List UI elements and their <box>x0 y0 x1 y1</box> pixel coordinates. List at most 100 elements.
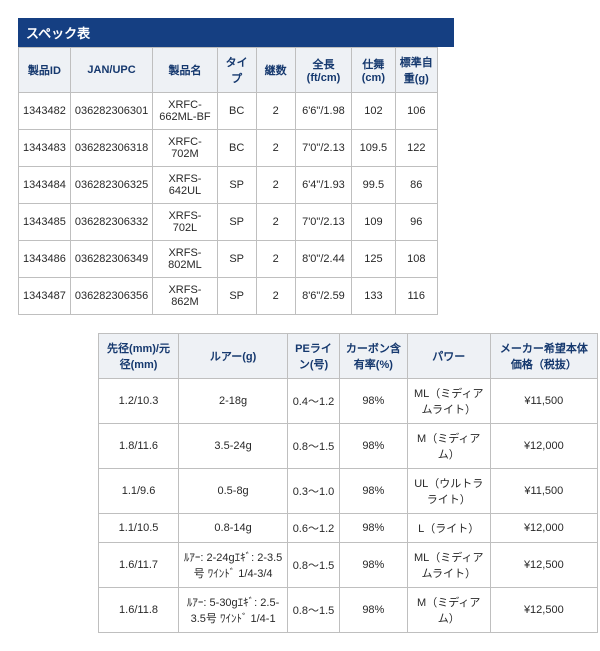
table-row: 1343487036282306356XRFS-862MSP28'6"/2.59… <box>19 278 438 315</box>
cell: BC <box>217 130 256 167</box>
cell: 036282306318 <box>70 130 152 167</box>
cell: ¥12,000 <box>490 424 597 469</box>
cell: 1.6/11.7 <box>99 543 179 588</box>
cell: XRFS-642UL <box>153 167 217 204</box>
cell: 2 <box>256 167 295 204</box>
cell: 2 <box>256 241 295 278</box>
cell: 0.8-14g <box>179 514 288 543</box>
cell: ML（ミディアムライト） <box>407 379 490 424</box>
table-row: 1343486036282306349XRFS-802MLSP28'0"/2.4… <box>19 241 438 278</box>
cell: 1343486 <box>19 241 71 278</box>
cell: 109 <box>352 204 395 241</box>
col-header: 継数 <box>256 48 295 93</box>
cell: 109.5 <box>352 130 395 167</box>
table-row: 1.8/11.63.5-24g0.8～1.598%M（ミディアム）¥12,000 <box>99 424 598 469</box>
col-header: 全長(ft/cm) <box>295 48 352 93</box>
cell: SP <box>217 204 256 241</box>
cell: 036282306356 <box>70 278 152 315</box>
cell: 3.5-24g <box>179 424 288 469</box>
cell: 1.1/9.6 <box>99 469 179 514</box>
table-row: 1.6/11.8ﾙｱｰ: 5-30gｴｷﾞ: 2.5-3.5号 ﾜｲﾝﾄﾞ 1/… <box>99 588 598 633</box>
cell: 96 <box>395 204 437 241</box>
cell: M（ミディアム） <box>407 424 490 469</box>
cell: 036282306325 <box>70 167 152 204</box>
col-header: JAN/UPC <box>70 48 152 93</box>
cell: 7'0"/2.13 <box>295 204 352 241</box>
cell: 1.6/11.8 <box>99 588 179 633</box>
spec-table-1: 製品IDJAN/UPC製品名タイプ継数全長(ft/cm)仕舞(cm)標準自重(g… <box>18 47 438 315</box>
cell: XRFS-702L <box>153 204 217 241</box>
cell: 1.8/11.6 <box>99 424 179 469</box>
table-row: 1343482036282306301XRFC-662ML-BFBC26'6"/… <box>19 93 438 130</box>
cell: ¥12,500 <box>490 543 597 588</box>
cell: 0.8～1.5 <box>288 543 340 588</box>
cell: 1343483 <box>19 130 71 167</box>
cell: ¥12,500 <box>490 588 597 633</box>
cell: 2 <box>256 130 295 167</box>
cell: ¥12,000 <box>490 514 597 543</box>
cell: 98% <box>339 424 407 469</box>
col-header: ルアー(g) <box>179 334 288 379</box>
cell: 1343482 <box>19 93 71 130</box>
col-header: 先径(mm)/元径(mm) <box>99 334 179 379</box>
col-header: 仕舞(cm) <box>352 48 395 93</box>
cell: UL（ウルトラライト） <box>407 469 490 514</box>
col-header: パワー <box>407 334 490 379</box>
cell: XRFS-862M <box>153 278 217 315</box>
cell: M（ミディアム） <box>407 588 490 633</box>
cell: 0.4～1.2 <box>288 379 340 424</box>
cell: 2-18g <box>179 379 288 424</box>
cell: 98% <box>339 588 407 633</box>
cell: 036282306301 <box>70 93 152 130</box>
spec-table-2-wrap: 先径(mm)/元径(mm)ルアー(g)PEライン(号)カーボン含有率(%)パワー… <box>98 333 582 633</box>
cell: 0.8～1.5 <box>288 588 340 633</box>
cell: 116 <box>395 278 437 315</box>
cell: XRFC-702M <box>153 130 217 167</box>
cell: 6'6"/1.98 <box>295 93 352 130</box>
cell: 98% <box>339 514 407 543</box>
table-row: 1343483036282306318XRFC-702MBC27'0"/2.13… <box>19 130 438 167</box>
table-row: 1343485036282306332XRFS-702LSP27'0"/2.13… <box>19 204 438 241</box>
cell: L（ライト） <box>407 514 490 543</box>
table-row: 1.1/9.60.5-8g0.3～1.098%UL（ウルトラライト）¥11,50… <box>99 469 598 514</box>
col-header: PEライン(号) <box>288 334 340 379</box>
table-row: 1.2/10.32-18g0.4～1.298%ML（ミディアムライト）¥11,5… <box>99 379 598 424</box>
cell: 8'6"/2.59 <box>295 278 352 315</box>
cell: ¥11,500 <box>490 379 597 424</box>
section-title: スペック表 <box>18 18 454 47</box>
col-header: 製品名 <box>153 48 217 93</box>
cell: XRFC-662ML-BF <box>153 93 217 130</box>
spec-table-2: 先径(mm)/元径(mm)ルアー(g)PEライン(号)カーボン含有率(%)パワー… <box>98 333 598 633</box>
cell: 2 <box>256 93 295 130</box>
cell: ¥11,500 <box>490 469 597 514</box>
spec-section: スペック表 製品IDJAN/UPC製品名タイプ継数全長(ft/cm)仕舞(cm)… <box>18 18 582 315</box>
cell: 99.5 <box>352 167 395 204</box>
cell: 98% <box>339 543 407 588</box>
cell: 106 <box>395 93 437 130</box>
cell: SP <box>217 278 256 315</box>
col-header: タイプ <box>217 48 256 93</box>
cell: 98% <box>339 379 407 424</box>
cell: 0.6～1.2 <box>288 514 340 543</box>
cell: 036282306332 <box>70 204 152 241</box>
col-header: カーボン含有率(%) <box>339 334 407 379</box>
table-row: 1.6/11.7ﾙｱｰ: 2-24gｴｷﾞ: 2-3.5号 ﾜｲﾝﾄﾞ 1/4-… <box>99 543 598 588</box>
cell: ﾙｱｰ: 2-24gｴｷﾞ: 2-3.5号 ﾜｲﾝﾄﾞ 1/4-3/4 <box>179 543 288 588</box>
cell: 1.2/10.3 <box>99 379 179 424</box>
cell: 2 <box>256 204 295 241</box>
cell: 1343484 <box>19 167 71 204</box>
cell: 98% <box>339 469 407 514</box>
table-row: 1.1/10.50.8-14g0.6～1.298%L（ライト）¥12,000 <box>99 514 598 543</box>
cell: SP <box>217 167 256 204</box>
table-row: 1343484036282306325XRFS-642ULSP26'4"/1.9… <box>19 167 438 204</box>
cell: ﾙｱｰ: 5-30gｴｷﾞ: 2.5-3.5号 ﾜｲﾝﾄﾞ 1/4-1 <box>179 588 288 633</box>
cell: ML（ミディアムライト） <box>407 543 490 588</box>
cell: 036282306349 <box>70 241 152 278</box>
cell: 0.8～1.5 <box>288 424 340 469</box>
cell: 86 <box>395 167 437 204</box>
cell: XRFS-802ML <box>153 241 217 278</box>
cell: SP <box>217 241 256 278</box>
cell: 0.5-8g <box>179 469 288 514</box>
cell: 108 <box>395 241 437 278</box>
cell: 6'4"/1.93 <box>295 167 352 204</box>
